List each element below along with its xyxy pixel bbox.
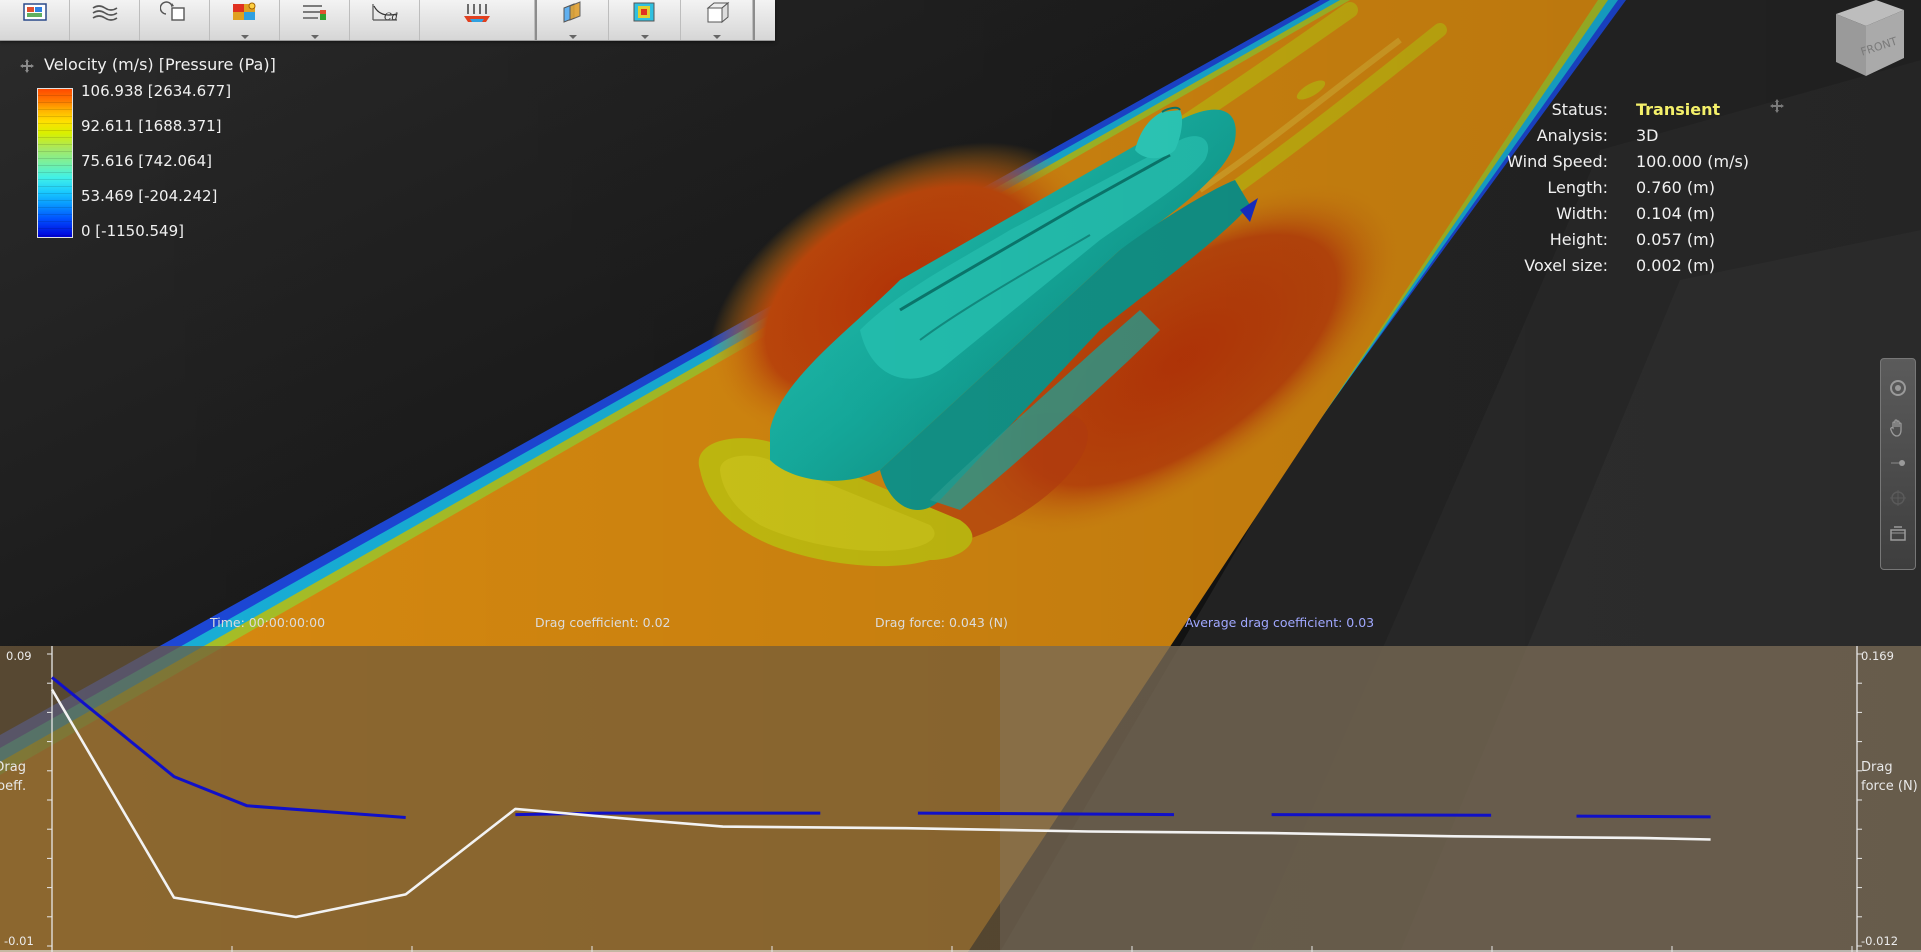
chart-background-shade (1000, 646, 1921, 952)
results-display-icon (20, 0, 50, 30)
zoom-slider-icon[interactable] (1889, 454, 1907, 472)
drag-coefficient-chart-icon: Cd (370, 0, 400, 30)
legend-color-bar (37, 88, 73, 238)
dropdown-caret-icon[interactable] (640, 35, 649, 39)
pan-hand-icon[interactable] (1889, 419, 1907, 437)
box-view-button[interactable] (681, 0, 753, 40)
dropdown-caret-icon[interactable] (568, 35, 577, 39)
legend-settings-icon (300, 0, 330, 30)
right-axis-max-label: 0.169 (1861, 649, 1894, 663)
drag-coefficient-series-segment-3 (917, 811, 1175, 817)
rotate-object-button[interactable] (140, 0, 210, 40)
look-around-icon[interactable] (1889, 489, 1907, 507)
drag-force-readout: Drag force: 0.043 (N) (875, 615, 1008, 630)
wind-speed-value: 100.000 (m/s) (1636, 151, 1750, 171)
voxel-size-value: 0.002 (m) (1636, 255, 1715, 275)
main-toolbar: Cd (0, 0, 775, 41)
info-key-wind-speed: Wind Speed: (1507, 151, 1608, 171)
navigation-tool-strip (1880, 358, 1916, 570)
left-axis-max-label: 0.09 (6, 649, 32, 663)
color-plot-settings-button[interactable] (210, 0, 280, 40)
toolbar-group-1: Cd (0, 0, 537, 40)
dropdown-caret-icon[interactable] (240, 35, 249, 39)
info-key-length: Length: (1547, 177, 1608, 197)
info-key-width: Width: (1556, 203, 1608, 223)
wind-direction-icon (462, 0, 492, 30)
box-view-icon (702, 0, 732, 30)
left-axis-title-line-2: coeff. (0, 779, 26, 794)
color-plot-settings-icon (230, 0, 260, 30)
toolbar-group-2 (537, 0, 755, 40)
svg-text:Cd: Cd (384, 12, 398, 23)
surface-pressure-button[interactable] (609, 0, 681, 40)
width-value: 0.104 (m) (1636, 203, 1715, 223)
color-legend[interactable]: Velocity (m/s) [Pressure (Pa)] 106.938 [… (20, 55, 276, 240)
slice-planes-button[interactable] (537, 0, 609, 40)
left-axis-title-line-1: Drag (0, 760, 26, 775)
view-cube[interactable]: FRONT (1826, 0, 1906, 76)
status-value: Transient (1636, 99, 1721, 119)
wind-direction-button[interactable] (420, 0, 535, 40)
analysis-info-panel: Status: Transient Analysis: 3D Wind Speed:… (1500, 96, 1749, 278)
dropdown-caret-icon[interactable] (310, 35, 319, 39)
drag-chart (0, 646, 1921, 952)
legend-settings-button[interactable] (280, 0, 350, 40)
average-drag-coefficient-readout: Average drag coefficient: 0.03 (1185, 615, 1375, 630)
right-axis-min-label: -0.012 (1861, 934, 1899, 948)
right-axis-title-line-1: Drag (1861, 760, 1893, 775)
drag-coefficient-series-segment-5 (1576, 814, 1711, 819)
height-value: 0.057 (m) (1636, 229, 1715, 249)
results-display-button[interactable] (0, 0, 70, 40)
move-handle-icon[interactable] (20, 58, 34, 73)
dropdown-caret-icon[interactable] (712, 35, 721, 39)
surface-pressure-icon (630, 0, 660, 30)
info-key-status: Status: (1551, 99, 1608, 119)
length-value: 0.760 (m) (1636, 177, 1715, 197)
legend-label-max: 106.938 [2634.677] (81, 82, 232, 100)
legend-title: Velocity (m/s) [Pressure (Pa)] (44, 55, 276, 74)
rotate-object-icon (159, 0, 190, 30)
legend-label-3: 75.616 [742.064] (81, 152, 212, 170)
left-axis-title: Drag coeff. (0, 758, 26, 796)
info-key-height: Height: (1549, 229, 1608, 249)
wind-flow-button[interactable] (70, 0, 140, 40)
legend-label-4: 53.469 [-204.242] (81, 187, 218, 205)
right-axis-title-line-2: force (N) (1861, 779, 1918, 794)
drag-coefficient-series-segment-4 (1271, 813, 1492, 817)
drag-chart-panel[interactable]: 0.09 -0.01 0.169 -0.012 Drag coeff. Drag… (0, 646, 1921, 952)
camera-record-icon[interactable] (1889, 524, 1907, 542)
drag-coefficient-chart-button[interactable]: Cd (350, 0, 420, 40)
slice-planes-icon (558, 0, 588, 30)
right-axis-title: Drag force (N) (1861, 758, 1918, 796)
orbit-icon[interactable] (1889, 379, 1907, 397)
info-key-analysis: Analysis: (1536, 125, 1608, 145)
info-key-voxel-size: Voxel size: (1524, 255, 1608, 275)
legend-label-2: 92.611 [1688.371] (81, 117, 222, 135)
analysis-value: 3D (1636, 125, 1659, 145)
info-move-handle-icon[interactable] (1770, 98, 1784, 113)
wind-flow-icon (90, 0, 120, 30)
time-readout: Time: 00:00:00:00 (210, 615, 326, 630)
legend-label-min: 0 [-1150.549] (81, 222, 185, 240)
left-axis-min-label: -0.01 (4, 934, 34, 948)
drag-coefficient-readout: Drag coefficient: 0.02 (535, 615, 671, 630)
